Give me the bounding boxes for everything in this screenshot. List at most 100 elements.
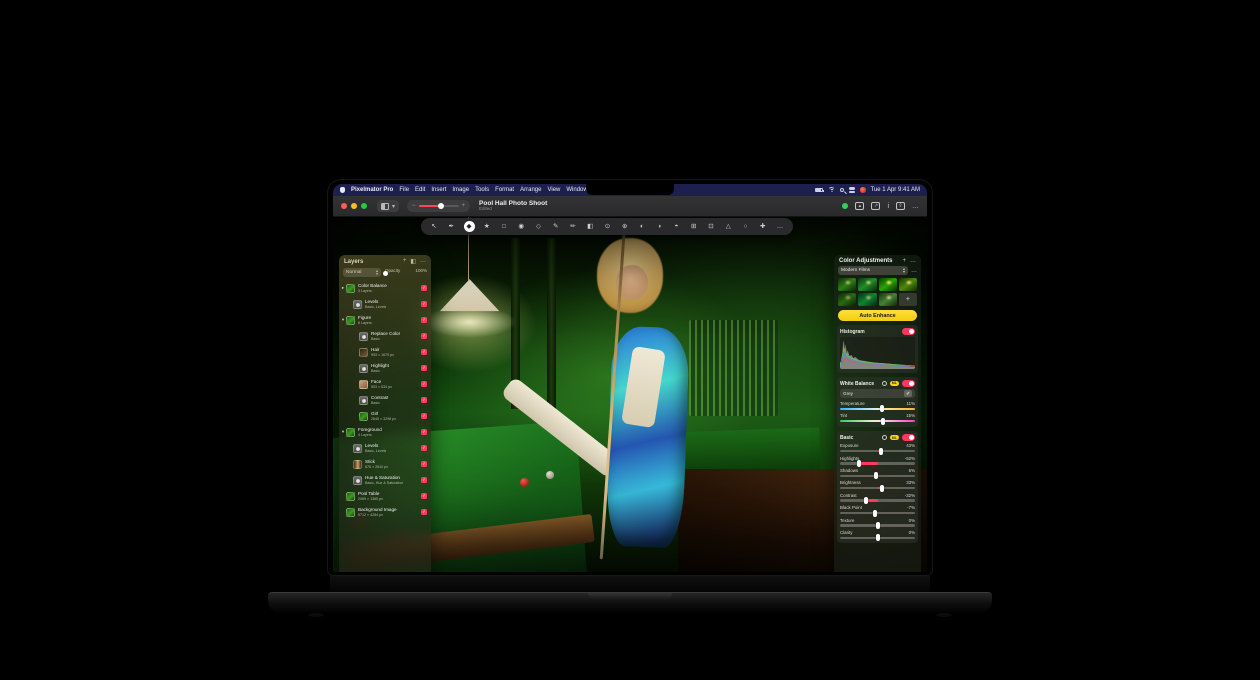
- tool-pen-icon[interactable]: ✒: [446, 222, 456, 232]
- menu-item-file[interactable]: File: [399, 187, 409, 193]
- tool-smudge-icon[interactable]: ◑: [654, 222, 664, 232]
- zoom-track[interactable]: [419, 205, 459, 208]
- tint-slider[interactable]: [840, 420, 915, 422]
- tool-lasso-icon[interactable]: ◇: [534, 222, 544, 232]
- tool-clone-icon[interactable]: ⊕: [620, 222, 630, 232]
- adjustments-more-button[interactable]: …: [910, 258, 916, 264]
- menu-app-name[interactable]: Pixelmator Pro: [351, 187, 393, 193]
- basic-toggle[interactable]: [902, 434, 915, 441]
- sidebar-toggle-button[interactable]: ▾: [377, 200, 399, 212]
- highlights-knob[interactable]: [857, 460, 861, 467]
- menu-item-edit[interactable]: Edit: [415, 187, 425, 193]
- reset-circle-icon[interactable]: [882, 435, 887, 440]
- tool-zoom-icon[interactable]: ○: [741, 222, 751, 232]
- info-icon[interactable]: i: [887, 203, 889, 210]
- menu-item-view[interactable]: View: [547, 187, 560, 193]
- tool-fill-icon[interactable]: ⊙: [603, 222, 613, 232]
- tool-pencil-icon[interactable]: ✏: [568, 222, 578, 232]
- black-point-knob[interactable]: [873, 510, 877, 517]
- menu-clock[interactable]: Tue 1 Apr 9:41 AM: [871, 187, 920, 193]
- spotlight-search-icon[interactable]: [840, 188, 844, 192]
- exposure-slider[interactable]: [840, 450, 915, 452]
- zoom-out-icon[interactable]: −: [412, 203, 416, 209]
- contrast-knob[interactable]: [864, 497, 868, 504]
- toolbar-more-icon[interactable]: …: [775, 222, 785, 232]
- opacity-control[interactable]: Opacity 100%: [385, 268, 427, 273]
- clarity-knob[interactable]: [876, 534, 880, 541]
- temperature-knob[interactable]: [880, 405, 884, 412]
- add-adjustment-button[interactable]: +: [902, 258, 906, 264]
- temperature-slider[interactable]: [840, 408, 915, 410]
- tool-draw-icon[interactable]: ✎: [551, 222, 561, 232]
- battery-icon[interactable]: [815, 188, 823, 192]
- layer-row-replace-color[interactable]: Replace ColorBasic ✓: [339, 328, 431, 344]
- menu-item-insert[interactable]: Insert: [431, 187, 446, 193]
- zoom-knob[interactable]: [438, 203, 444, 209]
- contrast-slider[interactable]: [840, 499, 915, 501]
- brightness-slider[interactable]: [840, 487, 915, 489]
- exposure-knob[interactable]: [879, 448, 883, 455]
- white-balance-mode-row[interactable]: Grey ✐: [840, 389, 915, 398]
- tool-crop-icon[interactable]: ⊞: [689, 222, 699, 232]
- brightness-knob[interactable]: [880, 485, 884, 492]
- clarity-slider[interactable]: [840, 537, 915, 539]
- preset-thumbnail[interactable]: [899, 278, 917, 291]
- layer-row-hue-saturation[interactable]: Hue & SaturationBasic, Hue & Saturation …: [339, 472, 431, 488]
- zoom-in-icon[interactable]: +: [462, 203, 466, 209]
- tool-warp-icon[interactable]: △: [723, 222, 733, 232]
- canvas[interactable]: ↖ ✒ ◆ ★ □ ◉ ◇ ✎ ✏ ◧ ⊙ ⊕ ◐ ◑ ◓: [333, 217, 927, 572]
- menu-item-window[interactable]: Window: [566, 187, 587, 193]
- menu-item-image[interactable]: Image: [452, 187, 469, 193]
- tint-knob[interactable]: [881, 418, 885, 425]
- black-point-slider[interactable]: [840, 512, 915, 514]
- tool-quick-select-icon[interactable]: ◉: [516, 222, 526, 232]
- preset-thumbnail[interactable]: [879, 278, 897, 291]
- preset-thumbnail[interactable]: [879, 293, 897, 306]
- white-balance-toggle[interactable]: [902, 380, 915, 387]
- layer-row-contrast[interactable]: ContrastBasic ✓: [339, 392, 431, 408]
- layer-row-figure[interactable]: ▾ Figure8 Layers ✓: [339, 312, 431, 328]
- share-icon[interactable]: ⇧: [896, 202, 905, 210]
- layer-visibility-checkbox[interactable]: ✓: [421, 461, 427, 467]
- wifi-icon[interactable]: [828, 187, 835, 193]
- preset-more-button[interactable]: …: [911, 268, 917, 274]
- fullscreen-button[interactable]: [361, 203, 367, 209]
- titlebar-more-icon[interactable]: …: [912, 203, 919, 210]
- minimize-button[interactable]: [351, 203, 357, 209]
- shadows-knob[interactable]: [874, 472, 878, 479]
- layer-row-pool-table[interactable]: Pool Table2069 × 1365 px ✓: [339, 488, 431, 504]
- ml-badge[interactable]: ML: [890, 435, 899, 440]
- shadows-slider[interactable]: [840, 475, 915, 477]
- layer-visibility-checkbox[interactable]: ✓: [421, 397, 427, 403]
- layer-visibility-checkbox[interactable]: ✓: [421, 509, 427, 515]
- layer-visibility-checkbox[interactable]: ✓: [421, 333, 427, 339]
- tool-sharpen-icon[interactable]: ◓: [672, 222, 682, 232]
- add-layer-button[interactable]: +: [403, 258, 407, 265]
- tool-slice-icon[interactable]: ⊡: [706, 222, 716, 232]
- eyedropper-icon[interactable]: ✐: [904, 390, 912, 397]
- media-browser-icon[interactable]: ▴: [855, 202, 864, 210]
- close-button[interactable]: [341, 203, 347, 209]
- layer-row-girl[interactable]: Girl2645 × 3298 px ✓: [339, 408, 431, 424]
- color-profile-dot[interactable]: [842, 203, 848, 209]
- preset-group-select[interactable]: Modern Films: [838, 266, 908, 275]
- highlights-slider[interactable]: [840, 462, 915, 464]
- layer-row-levels-2[interactable]: LevelsBasic, Levels ✓: [339, 440, 431, 456]
- reset-circle-icon[interactable]: [882, 381, 887, 386]
- preset-thumbnail[interactable]: [858, 293, 876, 306]
- tool-heal-icon[interactable]: ◐: [637, 222, 647, 232]
- texture-knob[interactable]: [876, 522, 880, 529]
- menu-item-format[interactable]: Format: [495, 187, 514, 193]
- layer-visibility-checkbox[interactable]: ✓: [421, 317, 427, 323]
- layer-row-hair[interactable]: Hair993 × 1679 px ✓: [339, 344, 431, 360]
- layers-more-button[interactable]: …: [420, 258, 426, 265]
- layer-row-foreground[interactable]: ▾ Foreground4 Layers ✓: [339, 424, 431, 440]
- layer-row-levels[interactable]: LevelsBasic, Levels ✓: [339, 296, 431, 312]
- preset-thumbnail[interactable]: [858, 278, 876, 291]
- preset-thumbnail[interactable]: [838, 293, 856, 306]
- texture-slider[interactable]: [840, 524, 915, 526]
- add-preset-button[interactable]: +: [899, 293, 917, 306]
- tool-effects-icon[interactable]: ★: [482, 222, 492, 232]
- document-title-block[interactable]: Pool Hall Photo Shoot Edited: [479, 200, 547, 212]
- layer-row-color-balance[interactable]: ▸ Color Balance3 Layers ✓: [339, 280, 431, 296]
